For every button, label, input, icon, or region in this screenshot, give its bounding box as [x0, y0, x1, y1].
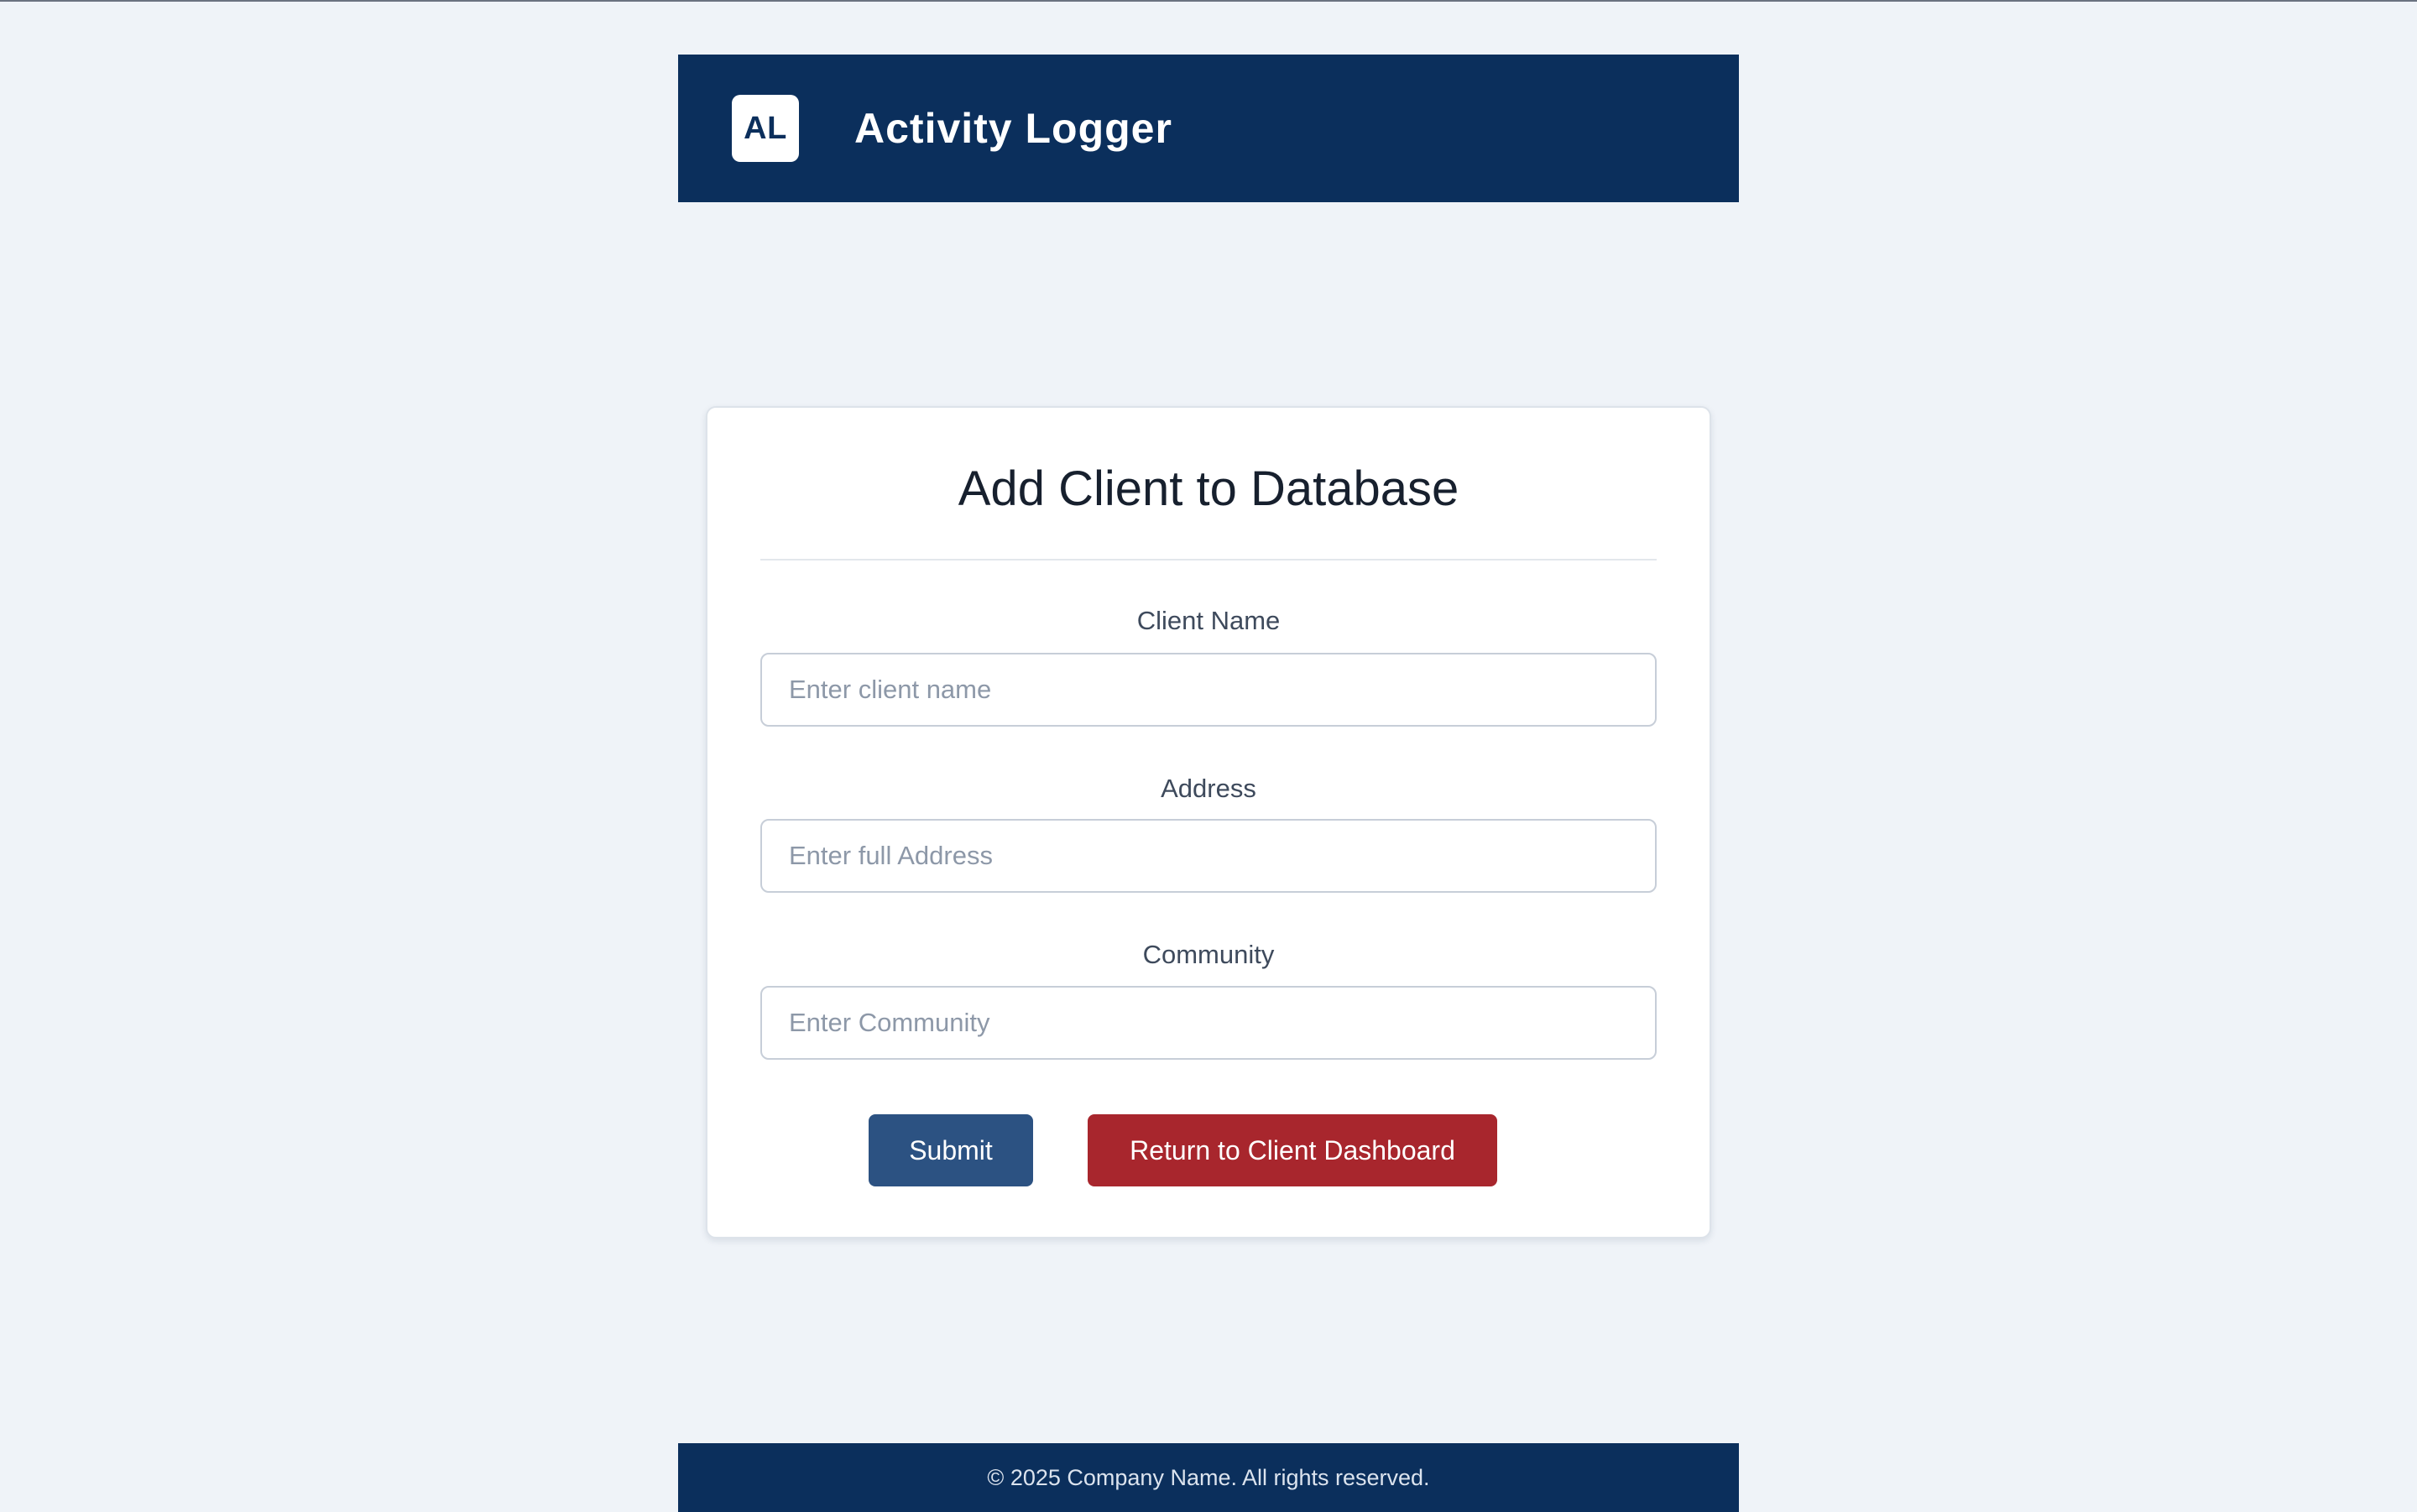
app-logo: AL: [732, 95, 799, 162]
address-label: Address: [1161, 774, 1256, 803]
copyright-text: © 2025 Company Name. All rights reserved…: [987, 1464, 1430, 1490]
community-input[interactable]: [760, 986, 1657, 1060]
app-title: Activity Logger: [854, 105, 1172, 152]
return-to-dashboard-button[interactable]: Return to Client Dashboard: [1088, 1114, 1497, 1186]
client-name-label: Client Name: [1136, 606, 1281, 635]
community-label: Community: [1142, 940, 1275, 969]
client-name-input[interactable]: [760, 653, 1657, 727]
app-footer: © 2025 Company Name. All rights reserved…: [678, 1443, 1739, 1512]
form-title: Add Client to Database: [958, 461, 1459, 516]
add-client-card: Add Client to Database Client Name Addre…: [706, 406, 1711, 1238]
app-header: AL Activity Logger: [678, 55, 1739, 202]
submit-button[interactable]: Submit: [869, 1114, 1033, 1186]
address-input[interactable]: [760, 819, 1657, 893]
title-divider: [760, 559, 1657, 560]
